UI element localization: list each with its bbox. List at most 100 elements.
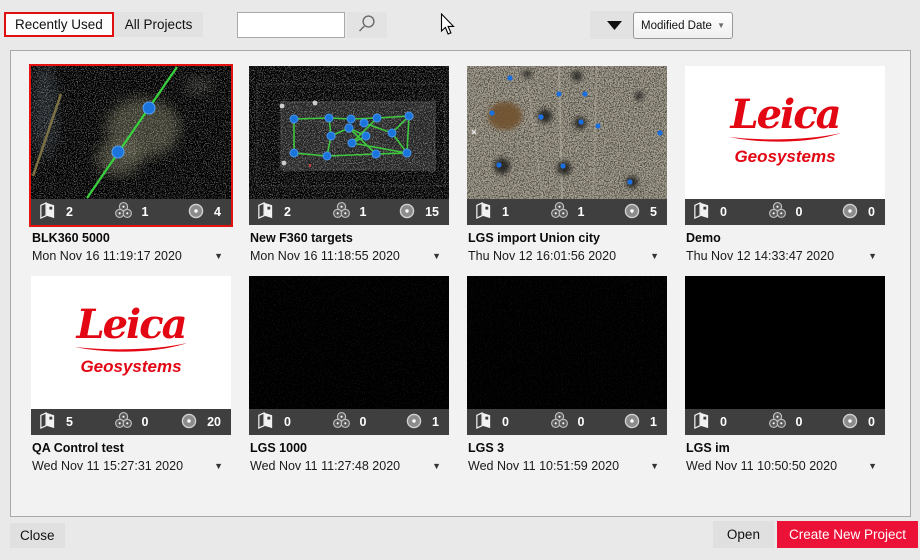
create-new-project-button[interactable]: Create New Project xyxy=(777,521,918,548)
project-card-lgs-im: 0 0 0 LGS im Wed Nov 11 10:50:50 2020 ▼ xyxy=(684,275,886,473)
target-count: 20 xyxy=(207,415,221,429)
project-stats-bar: 2 1 4 xyxy=(31,199,231,225)
project-thumbnail[interactable]: 0 0 1 xyxy=(467,276,667,435)
project-card-lgs-import-union-city: 1 1 5 LGS import Union city Thu Nov 12 1… xyxy=(466,65,668,263)
project-menu-dropdown-icon[interactable]: ▼ xyxy=(868,461,877,471)
station-cluster-icon xyxy=(768,411,787,433)
project-menu-dropdown-icon[interactable]: ▼ xyxy=(432,461,441,471)
target-icon xyxy=(180,412,198,433)
point-cloud-image xyxy=(31,66,231,199)
project-thumbnail[interactable]: 2 1 15 xyxy=(249,66,449,225)
project-grid: 2 1 4 BLK360 5000 Mon Nov 16 11:19:17 20… xyxy=(11,51,910,473)
station-count: 0 xyxy=(796,205,803,219)
project-menu-dropdown-icon[interactable]: ▼ xyxy=(650,461,659,471)
station-stat: 0 xyxy=(536,411,598,433)
map-icon xyxy=(256,411,275,433)
map-stat: 0 xyxy=(256,411,318,433)
project-menu-dropdown-icon[interactable]: ▼ xyxy=(432,251,441,261)
project-stats-bar: 0 0 1 xyxy=(467,409,667,435)
target-icon xyxy=(398,202,416,223)
station-stat: 0 xyxy=(754,201,816,223)
sort-by-dropdown[interactable]: Modified Date ▼ xyxy=(633,12,733,39)
map-stat: 1 xyxy=(474,201,536,223)
map-icon xyxy=(692,411,711,433)
leica-logo-subtext: Geosystems xyxy=(734,147,835,167)
project-stats-bar: 0 0 1 xyxy=(249,409,449,435)
target-count: 5 xyxy=(650,205,657,219)
station-count: 0 xyxy=(578,415,585,429)
search-button[interactable] xyxy=(347,12,387,38)
station-cluster-icon xyxy=(332,201,351,223)
sort-by-value: Modified Date xyxy=(641,20,712,32)
map-count: 2 xyxy=(66,205,73,219)
project-thumbnail[interactable]: 2 1 4 xyxy=(31,66,231,225)
close-button[interactable]: Close xyxy=(10,523,65,548)
target-icon xyxy=(841,202,859,223)
map-count: 1 xyxy=(502,205,509,219)
target-stat: 0 xyxy=(816,202,878,223)
project-date: Thu Nov 12 16:01:56 2020 xyxy=(468,249,616,263)
project-title: New F360 targets xyxy=(250,231,450,245)
station-count: 0 xyxy=(796,415,803,429)
project-date: Thu Nov 12 14:33:47 2020 xyxy=(686,249,834,263)
target-count: 1 xyxy=(432,415,439,429)
project-thumbnail[interactable]: Leica Geosystems 0 0 xyxy=(685,66,885,225)
station-cluster-icon xyxy=(114,411,133,433)
target-stat: 1 xyxy=(380,412,442,433)
search-input[interactable] xyxy=(237,12,345,38)
station-stat: 1 xyxy=(536,201,598,223)
project-title: QA Control test xyxy=(32,441,232,455)
project-date: Wed Nov 11 10:51:59 2020 xyxy=(468,459,619,473)
project-menu-dropdown-icon[interactable]: ▼ xyxy=(650,251,659,261)
leica-logo-wordmark: Leica xyxy=(76,308,185,342)
tab-all-projects[interactable]: All Projects xyxy=(114,12,204,37)
project-title: LGS 1000 xyxy=(250,441,450,455)
leica-logo-subtext: Geosystems xyxy=(80,357,181,377)
target-icon xyxy=(623,412,641,433)
station-count: 1 xyxy=(142,205,149,219)
project-date: Wed Nov 11 11:27:48 2020 xyxy=(250,459,400,473)
tab-recently-used[interactable]: Recently Used xyxy=(4,12,114,37)
project-menu-dropdown-icon[interactable]: ▼ xyxy=(214,251,223,261)
target-icon xyxy=(623,202,641,223)
sort-direction-button[interactable] xyxy=(590,11,638,39)
target-count: 0 xyxy=(868,205,875,219)
view-tabs: Recently Used All Projects xyxy=(4,12,203,37)
project-title: LGS import Union city xyxy=(468,231,668,245)
station-cluster-icon xyxy=(332,411,351,433)
target-count: 15 xyxy=(425,205,439,219)
open-button[interactable]: Open xyxy=(713,521,774,548)
point-cloud-image xyxy=(685,276,885,409)
station-cluster-icon xyxy=(550,201,569,223)
map-stat: 5 xyxy=(38,411,100,433)
target-stat: 1 xyxy=(598,412,660,433)
project-title: BLK360 5000 xyxy=(32,231,232,245)
target-stat: 20 xyxy=(162,412,224,433)
project-menu-dropdown-icon[interactable]: ▼ xyxy=(868,251,877,261)
project-date: Mon Nov 16 11:18:55 2020 xyxy=(250,249,400,263)
map-count: 2 xyxy=(284,205,291,219)
target-count: 4 xyxy=(214,205,221,219)
map-count: 5 xyxy=(66,415,73,429)
mouse-cursor xyxy=(440,13,455,41)
station-stat: 0 xyxy=(100,411,162,433)
map-stat: 0 xyxy=(474,411,536,433)
project-thumbnail[interactable]: 0 0 0 xyxy=(685,276,885,435)
project-stats-bar: 5 0 20 xyxy=(31,409,231,435)
search-icon xyxy=(357,14,377,37)
leica-logo: Leica Geosystems xyxy=(31,276,231,409)
project-list-panel: 2 1 4 BLK360 5000 Mon Nov 16 11:19:17 20… xyxy=(10,50,911,517)
map-stat: 2 xyxy=(256,201,318,223)
project-thumbnail[interactable]: 1 1 5 xyxy=(467,66,667,225)
map-stat: 0 xyxy=(692,411,754,433)
point-cloud-image xyxy=(249,276,449,409)
point-cloud-image xyxy=(467,276,667,409)
target-icon xyxy=(841,412,859,433)
point-cloud-image xyxy=(467,66,667,199)
station-stat: 1 xyxy=(100,201,162,223)
project-thumbnail[interactable]: 0 0 1 xyxy=(249,276,449,435)
project-thumbnail[interactable]: Leica Geosystems 5 0 xyxy=(31,276,231,435)
project-menu-dropdown-icon[interactable]: ▼ xyxy=(214,461,223,471)
target-count: 1 xyxy=(650,415,657,429)
map-count: 0 xyxy=(720,415,727,429)
